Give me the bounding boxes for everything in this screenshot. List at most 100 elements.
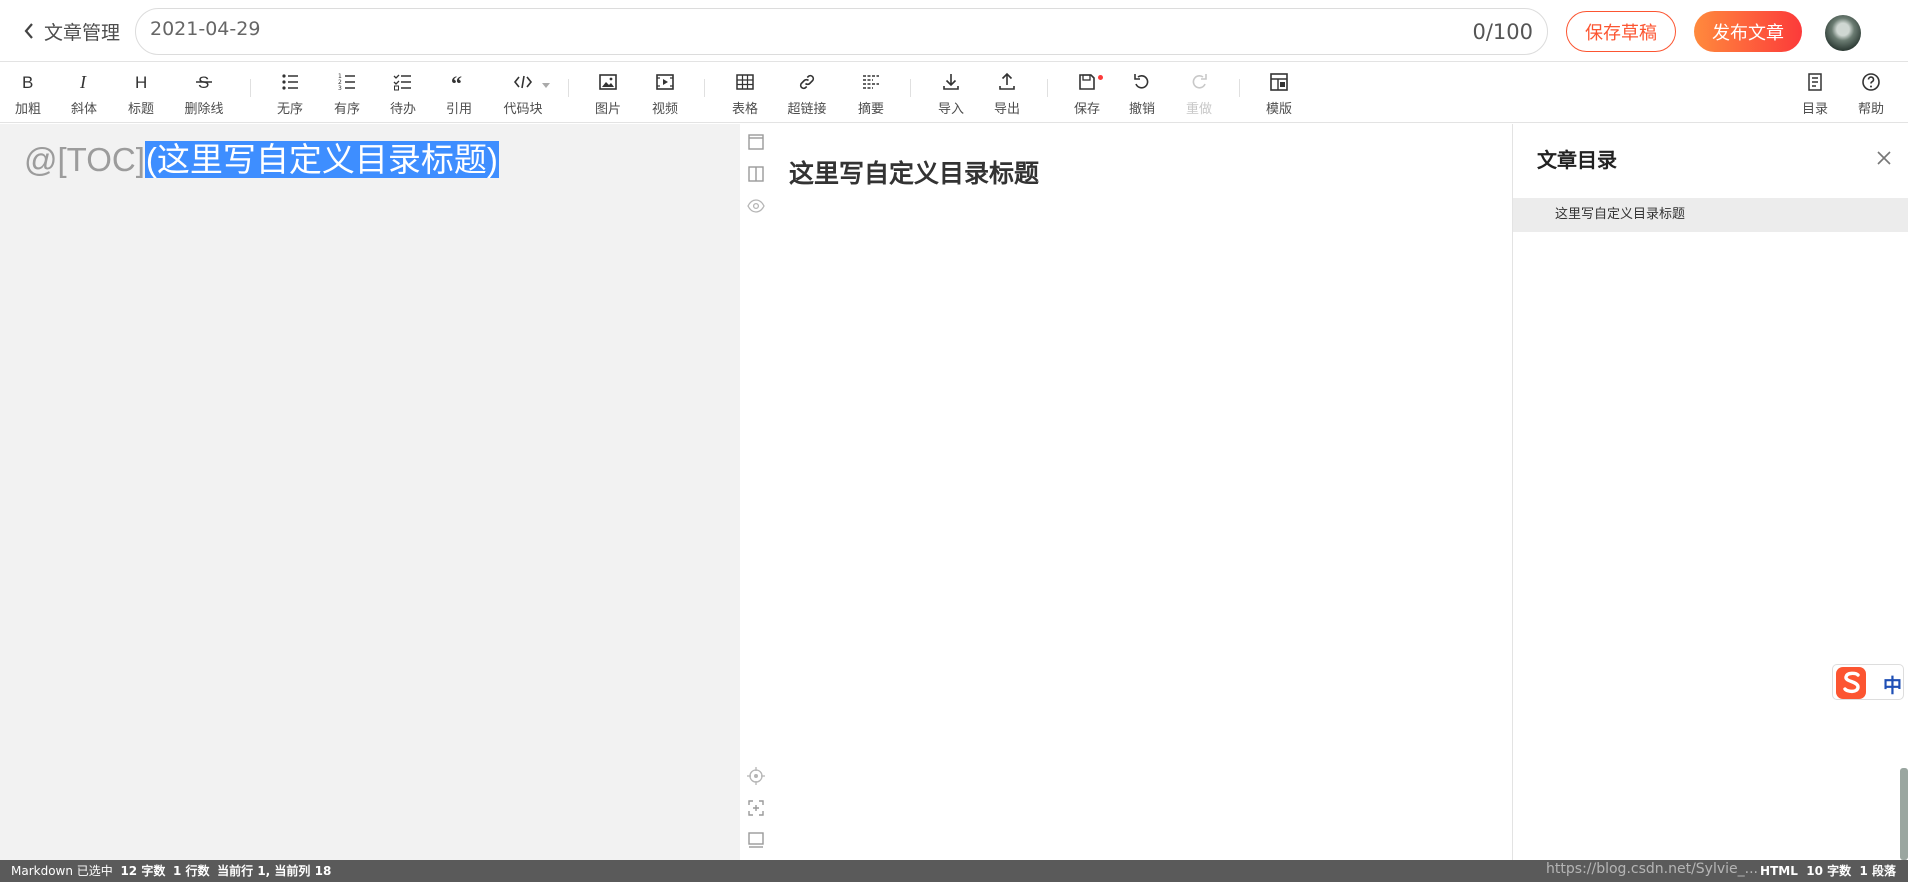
- image-button[interactable]: 图片: [582, 69, 634, 119]
- editor-line[interactable]: @[TOC](这里写自定义目录标题): [24, 136, 499, 184]
- close-icon[interactable]: [1874, 148, 1894, 168]
- quote-label: 引用: [445, 102, 472, 117]
- import-button[interactable]: 导入: [925, 69, 977, 119]
- toolbar-divider: [250, 79, 251, 97]
- save-draft-button[interactable]: 保存草稿: [1566, 11, 1676, 52]
- status-selected-label: 已选中: [76, 864, 113, 878]
- back-to-article-management[interactable]: 文章管理: [22, 16, 120, 46]
- unordered-list-icon: [282, 74, 298, 90]
- italic-button[interactable]: I 斜体: [58, 69, 110, 119]
- status-bar: Markdown 已选中 12 字数 1 行数 当前行 1, 当前列 18 ht…: [0, 860, 1908, 882]
- avatar[interactable]: [1825, 15, 1861, 51]
- sogou-logo-icon: [1836, 667, 1866, 699]
- toc-directive[interactable]: @[TOC]: [24, 141, 145, 178]
- redo-label: 重做: [1185, 102, 1212, 117]
- watermark-url: https://blog.csdn.net/Sylvie_...: [1546, 861, 1758, 877]
- bold-button[interactable]: B 加粗: [2, 69, 54, 119]
- scrollbar-handle[interactable]: [1900, 768, 1908, 860]
- chevron-down-icon[interactable]: [542, 83, 550, 88]
- toc-icon: [1808, 73, 1822, 91]
- summary-button[interactable]: 摘要: [845, 69, 897, 119]
- code-block-button[interactable]: 代码块: [496, 69, 550, 119]
- toc-panel-title: 文章目录: [1537, 148, 1617, 172]
- upload-icon: [999, 72, 1015, 90]
- selected-text[interactable]: (这里写自定义目录标题): [144, 141, 499, 178]
- hyperlink-button[interactable]: 超链接: [781, 69, 833, 119]
- svg-text:I: I: [79, 72, 87, 92]
- italic-label: 斜体: [70, 102, 97, 117]
- publish-article-button[interactable]: 发布文章: [1694, 11, 1802, 52]
- unordered-list-label: 无序: [276, 102, 303, 117]
- unordered-list-button[interactable]: 无序: [264, 69, 316, 119]
- heading-button[interactable]: H 标题: [115, 69, 167, 119]
- svg-text:“: “: [451, 72, 462, 92]
- fullscreen-button[interactable]: [746, 798, 766, 818]
- strikethrough-button[interactable]: S 删除线: [178, 69, 230, 119]
- editor-toolbar: B 加粗 I 斜体 H 标题 S 删除线 无序 123 有序 待办 “ 引用 代…: [0, 63, 1908, 123]
- eye-icon: [747, 199, 765, 213]
- quote-icon: “: [451, 72, 462, 92]
- focus-mode-button[interactable]: [746, 830, 766, 850]
- monitor-icon: [748, 832, 764, 848]
- split-view-button[interactable]: [746, 164, 766, 184]
- chevron-left-icon: [24, 23, 33, 39]
- heading-label: 标题: [127, 102, 154, 117]
- save-icon: [1079, 74, 1095, 90]
- strikethrough-icon: S: [196, 73, 212, 92]
- article-title-value[interactable]: 2021-04-29: [150, 18, 260, 40]
- link-icon: [799, 74, 815, 90]
- undo-button[interactable]: 撤销: [1116, 69, 1168, 119]
- help-button[interactable]: 帮助: [1845, 69, 1897, 119]
- ordered-list-label: 有序: [333, 102, 360, 117]
- status-selected-chars: 12 字数: [120, 864, 166, 878]
- toolbar-divider: [568, 79, 569, 97]
- undo-label: 撤销: [1128, 102, 1155, 117]
- template-button[interactable]: 模版: [1253, 69, 1305, 119]
- status-left: Markdown 已选中 12 字数 1 行数 当前行 1, 当前列 18: [11, 862, 331, 879]
- editor-only-view-button[interactable]: [746, 132, 766, 152]
- preview-only-button[interactable]: [746, 196, 766, 216]
- export-button[interactable]: 导出: [981, 69, 1033, 119]
- unsaved-dot: [1098, 75, 1103, 80]
- video-button[interactable]: 视频: [639, 69, 691, 119]
- import-label: 导入: [937, 102, 964, 117]
- template-icon: [1270, 73, 1288, 91]
- toc-label: 目录: [1801, 102, 1828, 117]
- ordered-list-button[interactable]: 123 有序: [321, 69, 373, 119]
- status-cursor-position: 当前行 1, 当前列 18: [217, 864, 332, 878]
- table-button[interactable]: 表格: [719, 69, 771, 119]
- toolbar-divider: [704, 79, 705, 97]
- save-button[interactable]: 保存: [1061, 69, 1113, 119]
- table-label: 表格: [731, 102, 758, 117]
- sync-scroll-button[interactable]: [746, 766, 766, 786]
- status-paragraphs: 1 段落: [1859, 864, 1896, 878]
- quote-button[interactable]: “ 引用: [433, 69, 485, 119]
- ime-mode: 中: [1883, 675, 1903, 697]
- view-mode-rail: [740, 124, 772, 860]
- todo-list-button[interactable]: 待办: [377, 69, 429, 119]
- bold-label: 加粗: [14, 102, 41, 117]
- save-label: 保存: [1073, 102, 1100, 117]
- image-label: 图片: [594, 102, 621, 117]
- status-mode: Markdown: [11, 864, 73, 878]
- status-html: HTML: [1760, 864, 1798, 878]
- svg-text:B: B: [22, 73, 33, 92]
- markdown-preview: 这里写自定义目录标题: [772, 124, 1512, 860]
- toolbar-divider: [1239, 79, 1240, 97]
- italic-icon: I: [79, 72, 87, 92]
- preview-heading: 这里写自定义目录标题: [789, 159, 1040, 188]
- redo-button[interactable]: 重做: [1173, 69, 1225, 119]
- ordered-list-icon: 123: [338, 73, 355, 92]
- article-title-input[interactable]: 2021-04-29 0/100: [135, 8, 1548, 55]
- toc-item[interactable]: 这里写自定义目录标题: [1513, 198, 1908, 232]
- bold-icon: B: [22, 73, 33, 92]
- heading-icon: H: [135, 73, 147, 92]
- redo-icon: [1192, 74, 1207, 89]
- toc-toggle-button[interactable]: 目录: [1789, 69, 1841, 119]
- markdown-editor[interactable]: @[TOC](这里写自定义目录标题): [0, 124, 740, 860]
- template-label: 模版: [1265, 102, 1292, 117]
- crosshair-icon: [747, 767, 765, 785]
- help-icon: [1862, 73, 1880, 91]
- editor-only-icon: [748, 134, 764, 150]
- ime-status-widget[interactable]: 中: [1832, 664, 1904, 700]
